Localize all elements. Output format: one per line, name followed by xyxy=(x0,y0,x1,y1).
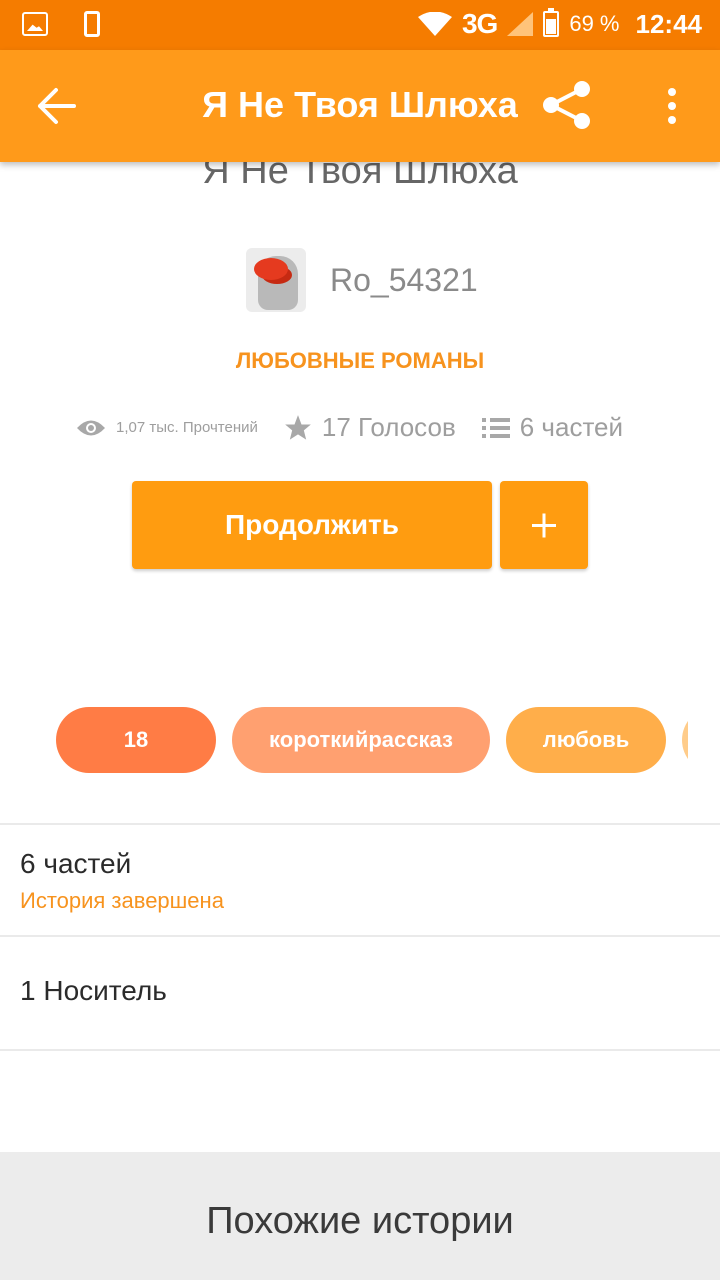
parts-stat: 6 частей xyxy=(481,412,624,443)
genre-label[interactable]: ЛЮБОВНЫЕ РОМАНЫ xyxy=(0,348,720,374)
parts-count: 6 частей xyxy=(519,412,624,442)
eye-icon xyxy=(77,420,105,435)
app-bar-title: Я Не Твоя Шлюха xyxy=(202,84,518,125)
divider xyxy=(0,1049,720,1051)
tag-short-story[interactable]: короткийрассказ xyxy=(232,707,490,773)
tag-list: 18 короткийрассказ любовь xyxy=(56,707,688,773)
parts-row[interactable]: 6 частей История завершена xyxy=(20,848,224,914)
divider xyxy=(0,823,720,825)
continue-reading-button[interactable]: Продолжить xyxy=(132,481,492,569)
similar-stories-title: Похожие истории xyxy=(206,1200,514,1242)
parts-row-count: 6 частей xyxy=(20,848,132,879)
app-bar: Я Не Твоя Шлюха xyxy=(0,50,720,162)
tag-love[interactable]: любовь xyxy=(506,707,666,773)
avatar[interactable] xyxy=(246,248,306,312)
signal-icon xyxy=(507,12,534,36)
story-stats: 1,07 тыс. Прочтений 17 Голосов 6 частей xyxy=(76,412,623,443)
share-icon[interactable] xyxy=(540,80,594,130)
author-name[interactable]: Ro_54321 xyxy=(330,262,478,299)
phone-icon xyxy=(84,11,100,37)
battery-icon xyxy=(543,8,560,37)
add-to-library-button[interactable] xyxy=(500,481,588,569)
list-icon xyxy=(481,417,510,438)
votes-stat: 17 Голосов xyxy=(284,412,456,443)
status-bar: 3G 69 % 12:44 xyxy=(0,0,720,50)
image-icon xyxy=(22,12,48,36)
battery-percent: 69 % xyxy=(569,11,620,36)
completion-status: История завершена xyxy=(20,888,224,913)
star-icon xyxy=(285,414,311,440)
tag-more[interactable] xyxy=(682,707,688,773)
more-vert-icon[interactable] xyxy=(658,84,686,128)
clock: 12:44 xyxy=(635,8,703,39)
similar-stories-section: Похожие истории xyxy=(0,1152,720,1280)
back-arrow-icon[interactable] xyxy=(34,86,78,126)
reads-count: 1,07 тыс. Прочтений xyxy=(116,419,258,436)
votes-count: 17 Голосов xyxy=(321,412,456,442)
author[interactable]: Ro_54321 xyxy=(246,248,478,312)
wifi-icon xyxy=(417,12,452,36)
reads-stat: 1,07 тыс. Прочтений xyxy=(76,417,258,439)
tag-18[interactable]: 18 xyxy=(56,707,216,773)
divider xyxy=(0,935,720,937)
readers-row[interactable]: 1 Носитель xyxy=(20,975,167,1007)
network-type: 3G xyxy=(461,8,498,39)
